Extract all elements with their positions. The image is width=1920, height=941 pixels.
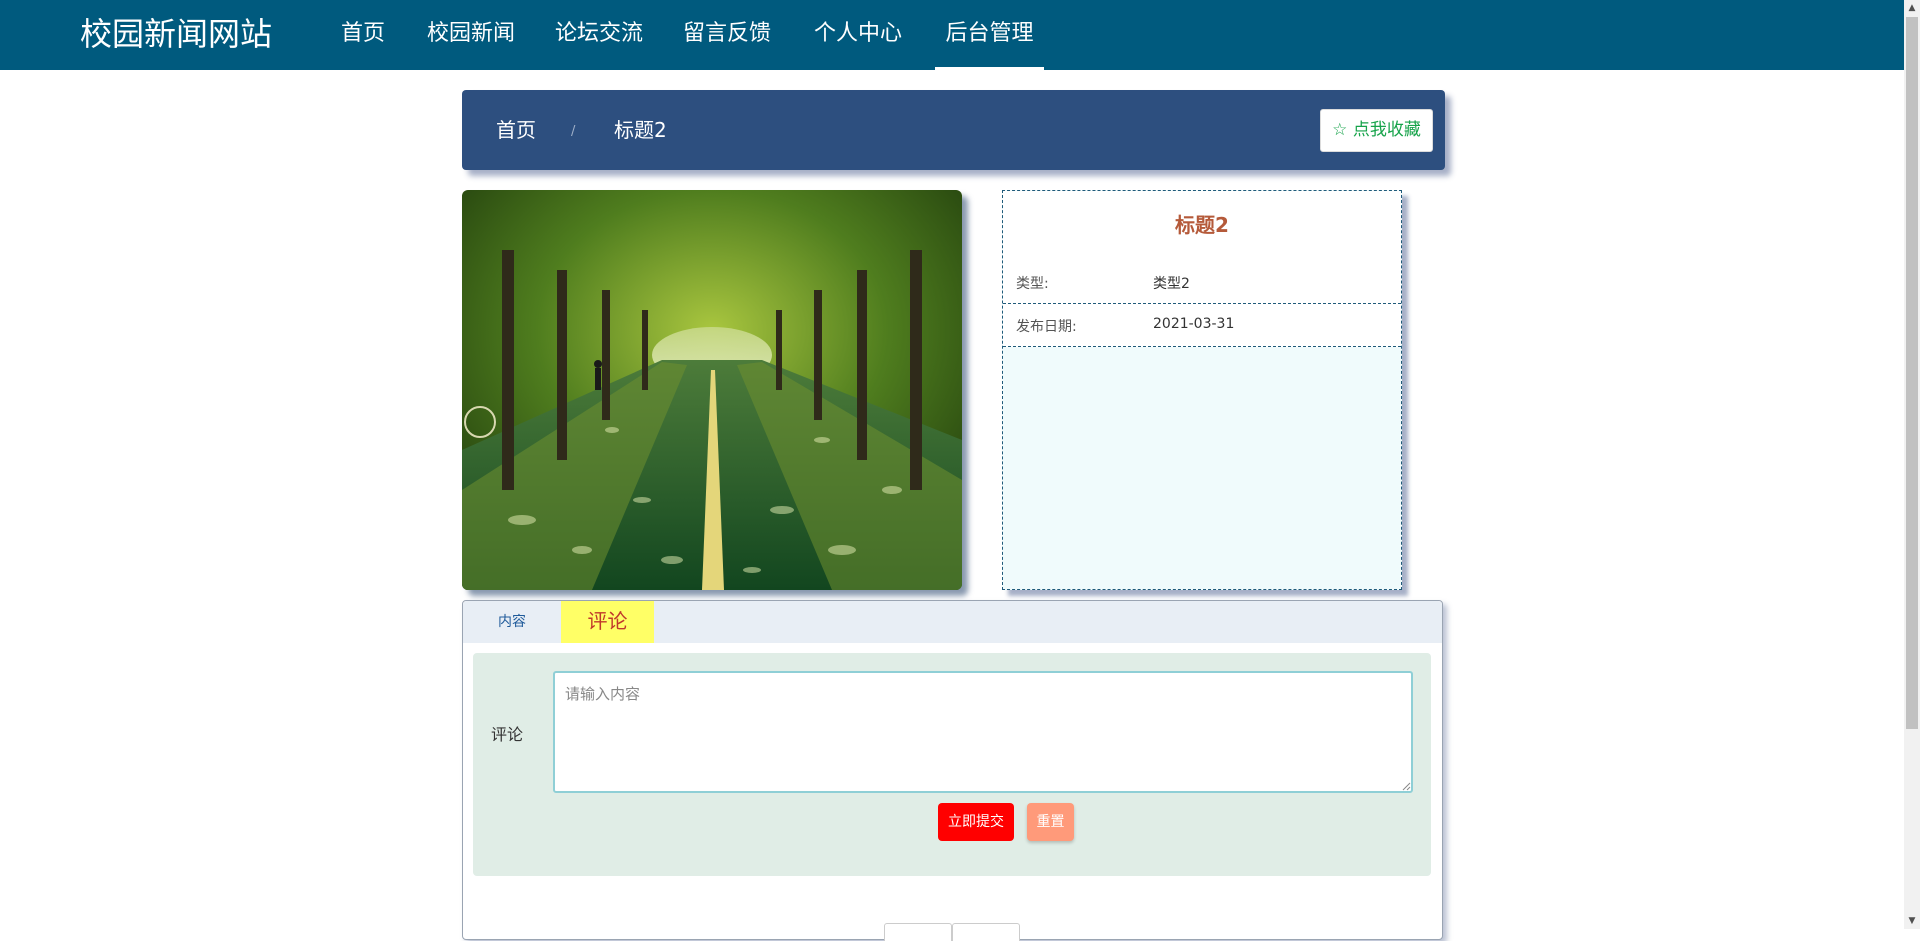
tab-bar: 内容 评论 xyxy=(463,601,1442,643)
breadcrumb-current: 标题2 xyxy=(614,118,667,142)
tree-lined-road-photo-icon xyxy=(462,190,962,590)
top-navbar: 校园新闻网站 首页 校园新闻 论坛交流 留言反馈 个人中心 后台管理 xyxy=(0,0,1904,70)
pagination-button[interactable] xyxy=(884,923,952,941)
nav-item-forum[interactable]: 论坛交流 xyxy=(551,0,647,70)
publish-date-value: 2021-03-31 xyxy=(1153,316,1235,332)
tab-comment[interactable]: 评论 xyxy=(561,601,654,643)
nav-item-campus-news[interactable]: 校园新闻 xyxy=(423,0,519,70)
type-label: 类型: xyxy=(1016,276,1049,292)
type-value: 类型2 xyxy=(1153,276,1190,292)
info-row-publish-date: 发布日期: 2021-03-31 xyxy=(1003,304,1401,347)
detail-tabs: 内容 评论 评论 立即提交 重置 xyxy=(462,600,1443,941)
favorite-button[interactable]: ☆ 点我收藏 xyxy=(1320,109,1433,152)
breadcrumb: 首页 / 标题2 ☆ 点我收藏 xyxy=(462,90,1445,170)
vertical-scrollbar[interactable]: ▲ ▼ xyxy=(1904,0,1920,929)
reset-button[interactable]: 重置 xyxy=(1027,803,1074,841)
submit-button[interactable]: 立即提交 xyxy=(938,803,1014,841)
comment-form: 评论 立即提交 重置 xyxy=(473,653,1431,876)
info-row-type: 类型: 类型2 xyxy=(1003,261,1401,304)
publish-date-label: 发布日期: xyxy=(1016,319,1077,335)
scroll-up-arrow-icon[interactable]: ▲ xyxy=(1904,0,1920,16)
scroll-down-arrow-icon[interactable]: ▼ xyxy=(1904,913,1920,929)
site-title[interactable]: 校园新闻网站 xyxy=(80,14,272,54)
pagination-button[interactable] xyxy=(952,923,1020,941)
nav-item-admin[interactable]: 后台管理 xyxy=(935,0,1044,70)
nav-item-feedback[interactable]: 留言反馈 xyxy=(679,0,775,70)
breadcrumb-home-link[interactable]: 首页 xyxy=(496,114,536,146)
article-title: 标题2 xyxy=(1003,191,1401,261)
nav-item-home[interactable]: 首页 xyxy=(334,0,392,70)
comment-label: 评论 xyxy=(491,725,524,744)
breadcrumb-separator: / xyxy=(571,124,576,139)
comment-input[interactable] xyxy=(553,671,1413,793)
article-image xyxy=(462,190,962,590)
nav-item-user-center[interactable]: 个人中心 xyxy=(810,0,906,70)
tab-content[interactable]: 内容 xyxy=(463,601,561,643)
scrollbar-thumb[interactable] xyxy=(1906,17,1918,729)
article-info-panel: 标题2 类型: 类型2 发布日期: 2021-03-31 xyxy=(1002,190,1402,590)
